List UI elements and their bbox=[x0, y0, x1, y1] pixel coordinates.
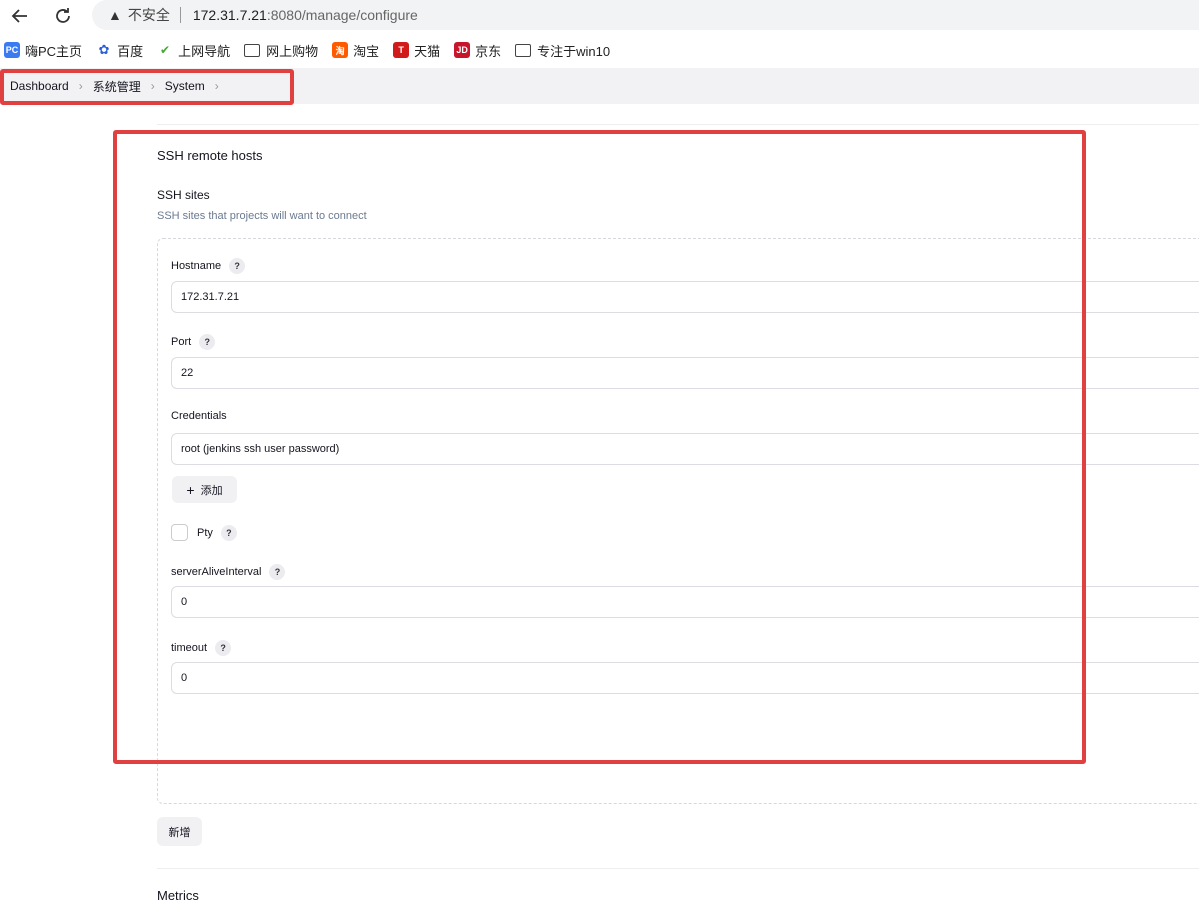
bookmark-hao123[interactable]: ✔ 上网导航 bbox=[157, 41, 230, 60]
hao123-icon: ✔ bbox=[157, 42, 174, 58]
browser-toolbar: ▲ 不安全 172.31.7.21:8080/manage/configure bbox=[0, 0, 1199, 32]
url-separator bbox=[179, 7, 181, 23]
bookmark-jd[interactable]: JD 京东 bbox=[454, 41, 501, 60]
bookmark-baidu[interactable]: ✿ 百度 bbox=[96, 41, 143, 60]
back-button[interactable] bbox=[8, 4, 32, 28]
bookmark-shopping-folder[interactable]: 网上购物 bbox=[244, 41, 318, 60]
bookmark-label: 网上购物 bbox=[266, 43, 319, 59]
bookmark-hipc[interactable]: PC 嗨PC主页 bbox=[4, 41, 82, 60]
warning-triangle-icon: ▲ bbox=[108, 7, 122, 23]
url-host: 172.31.7.21 bbox=[192, 7, 267, 23]
tmall-icon: T bbox=[393, 42, 410, 58]
url-path: :8080/manage/configure bbox=[266, 7, 418, 23]
bookmark-tmall[interactable]: T 天猫 bbox=[393, 41, 440, 60]
bookmark-taobao[interactable]: 淘淘宝 bbox=[332, 41, 379, 60]
reload-button[interactable] bbox=[51, 4, 75, 28]
baidu-paw-icon: ✿ bbox=[96, 42, 113, 58]
taobao-icon: 淘 bbox=[332, 42, 349, 58]
address-bar[interactable]: ▲ 不安全 172.31.7.21:8080/manage/configure bbox=[92, 0, 1199, 30]
reload-icon bbox=[56, 8, 70, 23]
bookmark-win10-folder[interactable]: 专注于win10 bbox=[515, 41, 610, 60]
bookmark-label: 京东 bbox=[475, 43, 502, 59]
bookmarks-bar: PC 嗨PC主页 ✿ 百度 ✔ 上网导航 网上购物 淘淘宝 T 天猫 JD 京东 专注于w… bbox=[0, 34, 1199, 66]
hipc-icon: PC bbox=[4, 42, 20, 58]
add-ssh-site-button[interactable]: 新增 bbox=[157, 817, 202, 846]
bookmark-label: 上网导航 bbox=[178, 43, 231, 59]
bookmark-label: 专注于win10 bbox=[537, 43, 611, 59]
breadcrumb-highlight-box bbox=[0, 69, 294, 105]
jd-icon: JD bbox=[454, 42, 471, 58]
insecure-label: 不安全 bbox=[127, 7, 170, 23]
ssh-highlight-box bbox=[113, 130, 1086, 764]
bookmark-label: 天猫 bbox=[414, 43, 441, 59]
folder-icon bbox=[244, 43, 261, 57]
bookmark-label: 嗨PC主页 bbox=[25, 43, 83, 59]
folder-icon bbox=[515, 43, 532, 57]
back-arrow-icon bbox=[11, 9, 27, 23]
bookmark-label: 淘宝 bbox=[353, 43, 380, 59]
section-divider bbox=[157, 868, 1199, 869]
bookmark-label: 百度 bbox=[117, 43, 144, 59]
section-divider bbox=[157, 124, 1199, 125]
